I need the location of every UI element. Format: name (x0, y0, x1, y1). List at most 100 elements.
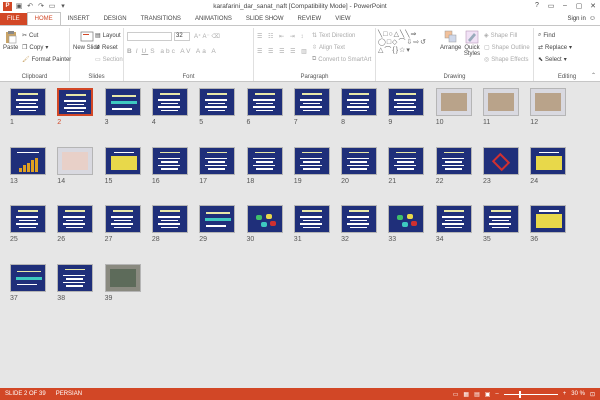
arrange-button[interactable]: Arrange (440, 30, 461, 51)
language-indicator[interactable]: PERSIAN (51, 391, 87, 397)
zoom-out-icon[interactable]: – (495, 391, 498, 397)
select-button[interactable]: ⬉ Select ▾ (538, 56, 567, 64)
align-buttons[interactable]: ☰ ☰ ☰ ☰ ▥ (257, 48, 309, 55)
slide-thumbnail-11[interactable]: 11 (483, 88, 519, 126)
slideshow-icon[interactable]: ▭ (48, 2, 56, 10)
customize-qat-icon[interactable]: ▾ (59, 2, 67, 10)
slide-thumbnail-5[interactable]: 5 (199, 88, 236, 126)
quick-styles-button[interactable]: Quick Styles (463, 30, 481, 57)
shape-fill-button[interactable]: ◈ Shape Fill (484, 32, 517, 40)
slide-thumbnail-31[interactable]: 31 (293, 205, 330, 243)
slide-thumbnail-32[interactable]: 32 (341, 205, 378, 243)
tab-view[interactable]: VIEW (328, 13, 357, 25)
slide-number: 10 (435, 119, 444, 126)
font-format-buttons[interactable]: B I U S abc AV Aa A (127, 48, 218, 55)
feedback-smiley-icon[interactable]: ☺ (589, 13, 596, 25)
slide-thumbnail-9[interactable]: 9 (388, 88, 425, 126)
cut-button[interactable]: ✂ Cut (22, 32, 38, 40)
undo-icon[interactable]: ↶ (26, 2, 34, 10)
list-buttons[interactable]: ☰ ☷ ⇤ ⇥ ↕ (257, 33, 305, 40)
slide-thumbnail-13[interactable]: 13 (10, 146, 46, 185)
convert-smartart-button[interactable]: ⧉ Convert to SmartArt (312, 56, 371, 63)
tab-design[interactable]: DESIGN (97, 13, 134, 25)
format-painter-button[interactable]: 🖌 Format Painter (22, 56, 71, 64)
close-icon[interactable]: ✕ (586, 2, 600, 10)
slide-thumbnail-39[interactable]: 39 (104, 263, 141, 302)
replace-button[interactable]: ⇄ Replace ▾ (538, 44, 572, 52)
slideshow-view-icon[interactable]: ▣ (485, 391, 491, 398)
slide-thumbnail-3[interactable]: 3 (104, 88, 141, 126)
slide-thumbnail-1[interactable]: 1 (10, 88, 46, 126)
save-icon[interactable]: ▣ (15, 2, 23, 10)
slide-thumbnail-22[interactable]: 22 (435, 146, 472, 185)
slide-thumbnail-20[interactable]: 20 (341, 146, 378, 185)
maximize-icon[interactable]: ▢ (572, 2, 586, 10)
slide-thumbnail-21[interactable]: 21 (388, 146, 425, 185)
slide-thumbnail-35[interactable]: 35 (483, 205, 519, 243)
tab-animations[interactable]: ANIMATIONS (188, 13, 239, 25)
copy-button[interactable]: ❐ Copy ▾ (22, 44, 48, 52)
zoom-in-icon[interactable]: + (563, 391, 567, 397)
ribbon-display-icon[interactable]: ▭ (544, 2, 558, 10)
slide-thumbnail-7[interactable]: 7 (293, 88, 330, 126)
find-button[interactable]: ⌕ Find (538, 32, 555, 39)
shapes-gallery[interactable]: ╲□○△╲╲⇒ ◯□◇⌒⇩⇨↺ △⌒{}☆▾ (378, 31, 434, 65)
slide-thumbnail-38[interactable]: 38 (57, 263, 94, 302)
slide-thumbnail-16[interactable]: 16 (151, 146, 188, 185)
font-name-dropdown[interactable] (127, 32, 172, 41)
slide-thumbnail-17[interactable]: 17 (199, 146, 236, 185)
slide-thumbnail-27[interactable]: 27 (104, 205, 141, 243)
slide-thumbnail-29[interactable]: 29 (199, 205, 236, 243)
section-button[interactable]: ▭ Section (95, 56, 123, 64)
tab-slide-show[interactable]: SLIDE SHOW (239, 13, 291, 25)
slide-thumbnail-34[interactable]: 34 (435, 205, 472, 243)
slide-thumbnail-23[interactable]: 23 (483, 146, 519, 185)
shape-outline-button[interactable]: ▢ Shape Outline (484, 44, 530, 52)
sign-in-link[interactable]: Sign in ☺ (567, 13, 600, 25)
zoom-level[interactable]: 30 % (571, 391, 585, 397)
tab-file[interactable]: FILE (0, 13, 27, 25)
normal-view-icon[interactable]: ▭ (453, 391, 459, 398)
text-direction-button[interactable]: ⇅ Text Direction (312, 32, 355, 40)
grow-font-icon[interactable]: A⁺ A⁻ ⌫ (194, 33, 220, 40)
slide-thumbnail-36[interactable]: 36 (530, 205, 567, 243)
slide-thumbnail-26[interactable]: 26 (57, 205, 94, 243)
slide-thumbnail-14[interactable]: 14 (57, 146, 94, 185)
font-size-dropdown[interactable]: 32 (174, 32, 190, 41)
help-icon[interactable]: ? (530, 2, 544, 10)
slide-thumbnail-12[interactable]: 12 (530, 88, 567, 126)
paste-button[interactable]: Paste (3, 30, 18, 51)
slide-thumbnail-30[interactable]: 30 (246, 205, 283, 243)
collapse-ribbon-icon[interactable]: ⌃ (591, 72, 596, 79)
slide-thumbnail-24[interactable]: 24 (530, 146, 567, 185)
slide-thumbnail-10[interactable]: 10 (435, 88, 472, 126)
slide-thumbnail-28[interactable]: 28 (151, 205, 188, 243)
align-text-button[interactable]: ⇳ Align Text (312, 44, 345, 52)
tab-transitions[interactable]: TRANSITIONS (134, 13, 188, 25)
slide-thumbnail-4[interactable]: 4 (151, 88, 188, 126)
slide-sorter-view-icon[interactable]: ▦ (463, 391, 469, 398)
tab-home[interactable]: HOME (26, 12, 61, 25)
slide-thumbnail-33[interactable]: 33 (388, 205, 425, 243)
fit-to-window-icon[interactable]: ⊡ (590, 391, 595, 398)
slide-thumbnail-25[interactable]: 25 (10, 205, 46, 243)
layout-button[interactable]: ▤ Layout (95, 32, 121, 40)
slide-thumbnail-8[interactable]: 8 (341, 88, 378, 126)
zoom-slider-knob[interactable] (519, 390, 522, 398)
status-right: ▭ ▦ ▤ ▣ – + 30 % ⊡ (453, 390, 600, 398)
shape-effects-button[interactable]: ◎ Shape Effects (484, 56, 529, 64)
zoom-slider[interactable] (503, 390, 558, 398)
redo-icon[interactable]: ↷ (37, 2, 45, 10)
reading-view-icon[interactable]: ▤ (474, 391, 480, 398)
minimize-icon[interactable]: – (558, 2, 572, 10)
reset-button[interactable]: ↺ Reset (95, 44, 118, 52)
slide-thumbnail-37[interactable]: 37 (10, 263, 46, 302)
slide-thumbnail-6[interactable]: 6 (246, 88, 283, 126)
slide-thumbnail-15[interactable]: 15 (104, 146, 141, 185)
tab-insert[interactable]: INSERT (61, 13, 97, 25)
slide-thumbnail-2[interactable]: 2 (57, 88, 94, 126)
slide-thumbnail-19[interactable]: 19 (293, 146, 330, 185)
tab-review[interactable]: REVIEW (291, 13, 329, 25)
slide-number: 9 (388, 119, 393, 126)
slide-thumbnail-18[interactable]: 18 (246, 146, 283, 185)
